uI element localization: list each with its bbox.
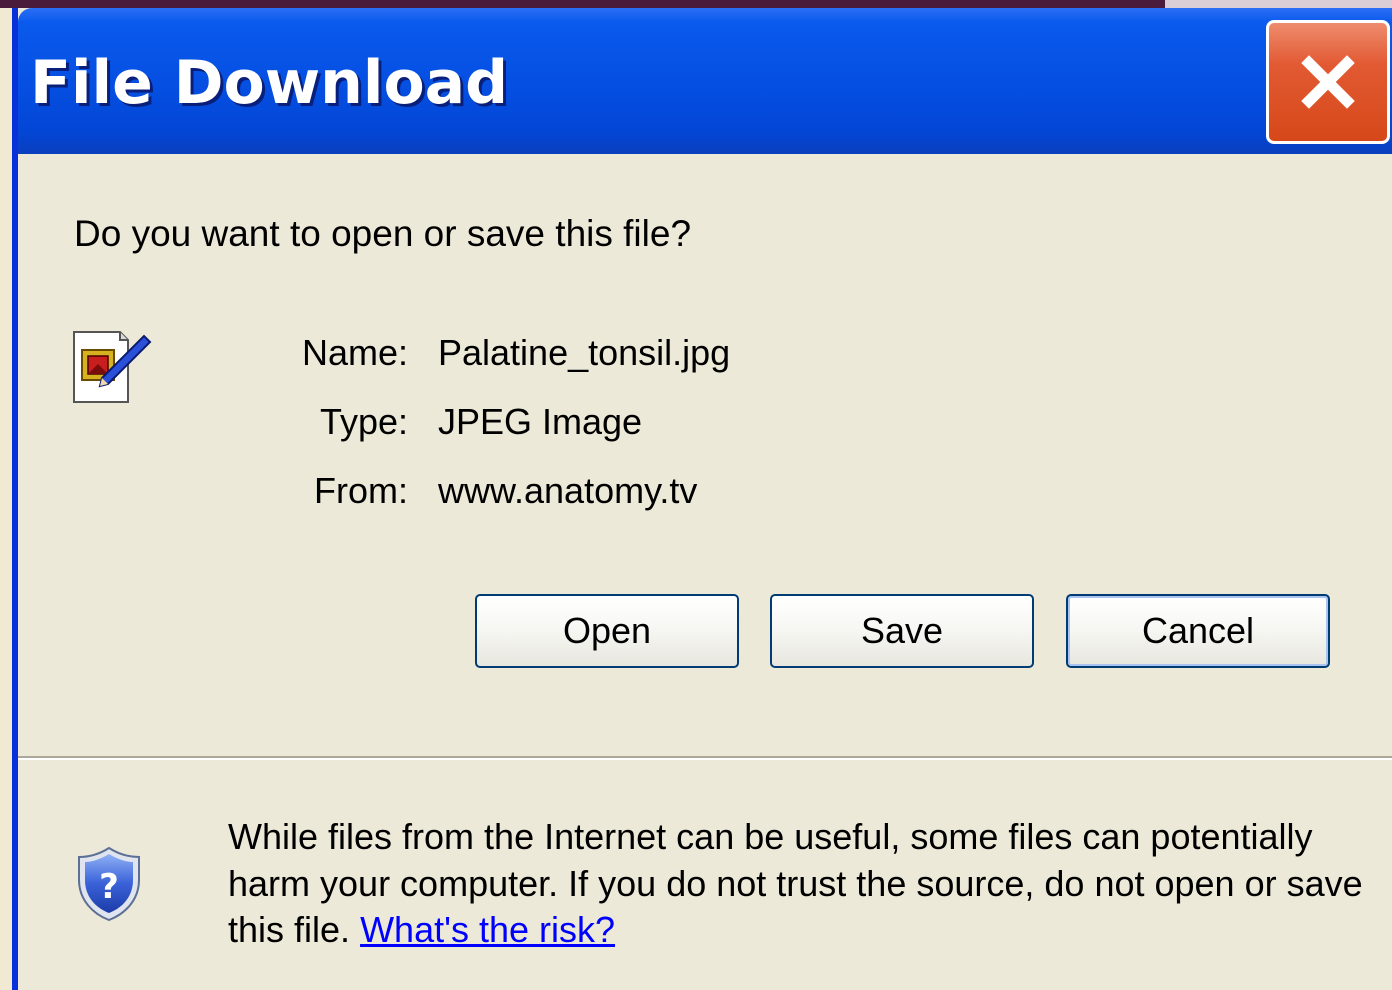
dialog-body: Do you want to open or save this file? N… xyxy=(18,154,1392,990)
file-type-row: Type: JPEG Image xyxy=(18,400,1392,444)
close-icon xyxy=(1301,55,1355,109)
open-button[interactable]: Open xyxy=(475,594,739,668)
file-name-value: Palatine_tonsil.jpg xyxy=(438,332,731,373)
background-edge xyxy=(0,8,12,990)
cancel-button[interactable]: Cancel xyxy=(1066,594,1330,668)
file-download-dialog: File Download Do you want to open or sav… xyxy=(12,8,1392,990)
dialog-title: File Download xyxy=(30,48,509,118)
dialog-prompt: Do you want to open or save this file? xyxy=(74,213,692,254)
background-strip-light xyxy=(1165,0,1392,8)
file-source-label: From: xyxy=(314,470,408,511)
file-type-value: JPEG Image xyxy=(438,401,643,442)
svg-text:?: ? xyxy=(99,867,119,907)
separator xyxy=(18,756,1392,760)
save-button[interactable]: Save xyxy=(770,594,1034,668)
security-warning: While files from the Internet can be use… xyxy=(228,814,1368,954)
close-button[interactable] xyxy=(1266,20,1390,144)
shield-question-icon: ? xyxy=(78,846,140,922)
file-type-label: Type: xyxy=(319,401,408,442)
file-name-row: Name: Palatine_tonsil.jpg xyxy=(18,331,1392,375)
title-bar[interactable]: File Download xyxy=(18,8,1392,154)
file-source-row: From: www.anatomy.tv xyxy=(18,469,1392,513)
file-source-value: www.anatomy.tv xyxy=(438,470,698,511)
file-name-label: Name: xyxy=(301,332,408,373)
whats-the-risk-link[interactable]: What's the risk? xyxy=(360,909,615,950)
